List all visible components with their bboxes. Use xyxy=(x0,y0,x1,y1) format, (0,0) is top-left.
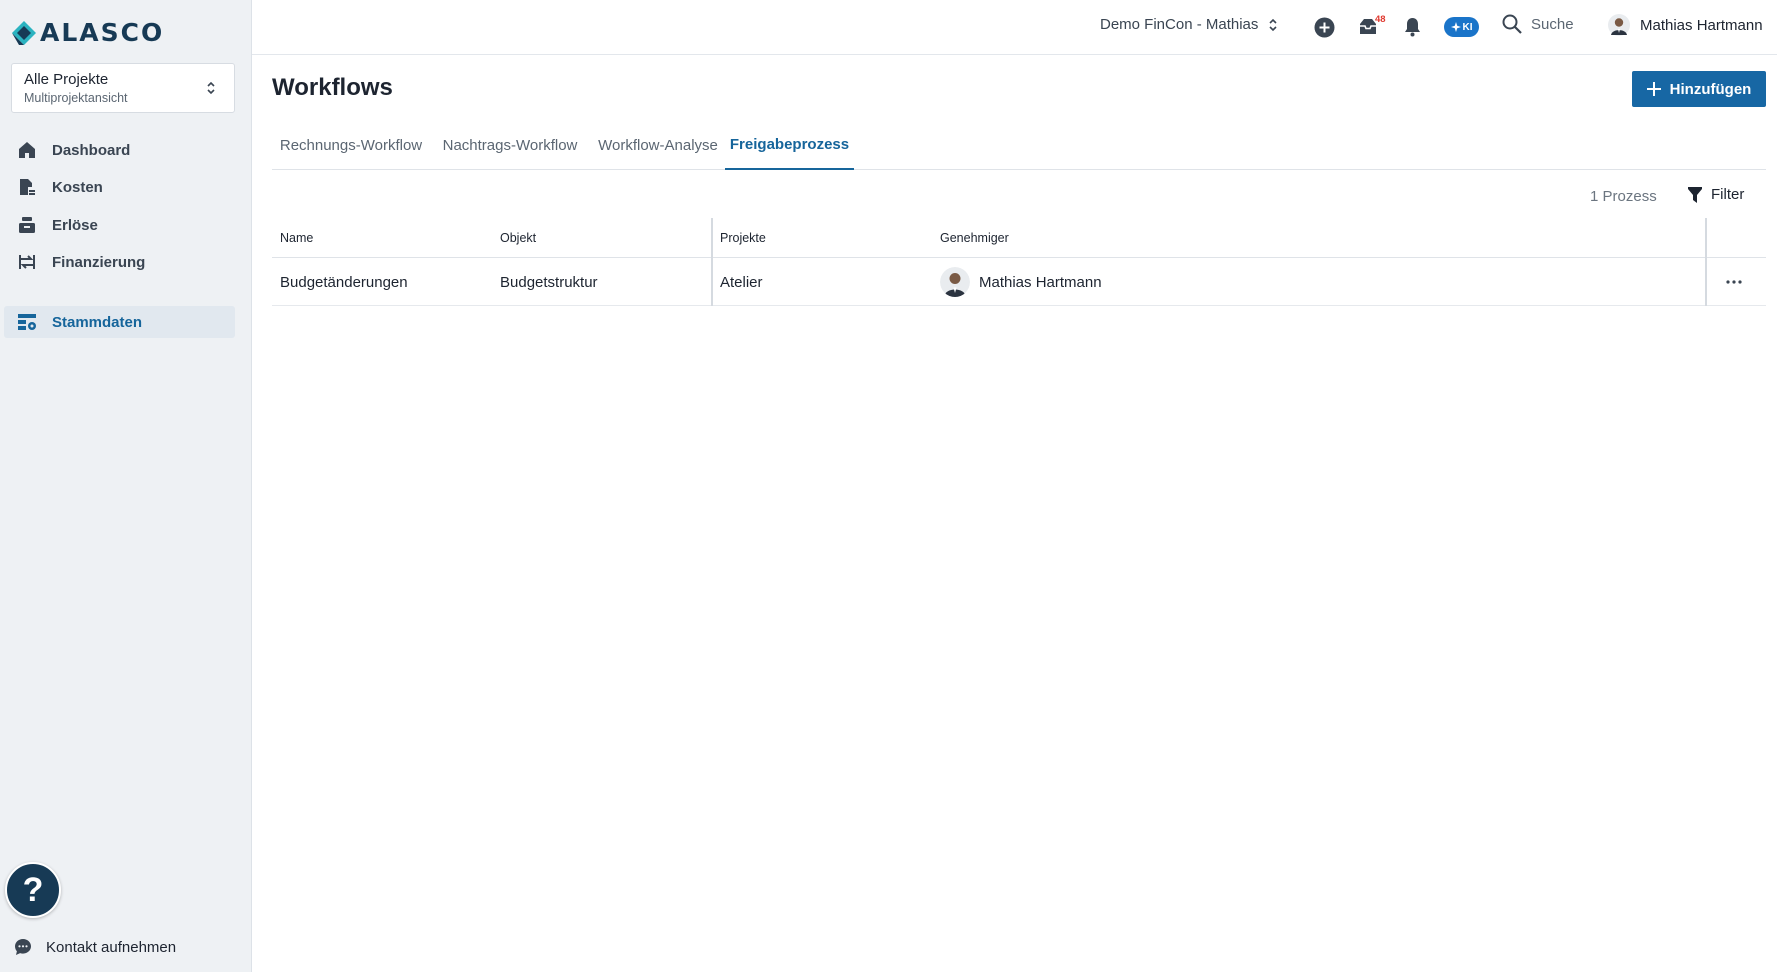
filter-icon xyxy=(1688,186,1702,203)
search-button[interactable]: Suche xyxy=(1502,14,1574,34)
inbox-badge: 48 xyxy=(1375,14,1386,25)
plus-circle-icon xyxy=(1314,17,1335,38)
plus-icon xyxy=(1646,82,1661,96)
column-divider xyxy=(711,258,713,306)
company-selector[interactable]: Demo FinCon - Mathias xyxy=(1100,16,1278,33)
filter-label: Filter xyxy=(1711,186,1745,203)
column-divider xyxy=(1705,258,1707,306)
project-selector[interactable]: Alle Projekte Multiprojektansicht xyxy=(11,63,235,113)
user-menu[interactable]: Mathias Hartmann xyxy=(1608,14,1763,36)
alasco-logo[interactable]: ALASCO xyxy=(11,20,164,46)
sidebar-item-stammdaten[interactable]: Stammdaten xyxy=(4,306,235,338)
approver-name: Mathias Hartmann xyxy=(979,273,1102,291)
tab-freigabeprozess[interactable]: Freigabeprozess xyxy=(725,120,854,170)
cell-genehmiger: Mathias Hartmann xyxy=(940,258,1102,306)
more-horizontal-icon xyxy=(1726,280,1742,284)
search-label: Suche xyxy=(1531,15,1574,33)
up-down-chevron-icon xyxy=(1269,18,1277,31)
column-divider xyxy=(1705,218,1707,258)
add-circle-button[interactable] xyxy=(1314,17,1335,38)
cell-name: Budgetänderungen xyxy=(280,273,408,291)
project-selector-title: Alle Projekte xyxy=(24,71,109,88)
sidebar-item-finanzierung[interactable]: Finanzierung xyxy=(4,246,235,278)
financing-icon xyxy=(16,251,38,273)
ki-label: KI xyxy=(1462,21,1473,33)
column-header-genehmiger[interactable]: Genehmiger xyxy=(940,218,1009,258)
sidebar: ALASCO Alle Projekte Multiprojektansicht… xyxy=(0,0,252,972)
sidebar-item-kosten[interactable]: Kosten xyxy=(4,171,235,203)
chat-icon xyxy=(15,939,31,955)
workflow-tabs: Rechnungs-Workflow Nachtrags-Workflow Wo… xyxy=(272,120,1766,170)
sidebar-item-label: Erlöse xyxy=(52,216,98,234)
table-header: Name Objekt Projekte Genehmiger xyxy=(272,218,1766,258)
sparkle-icon xyxy=(1450,22,1461,32)
column-header-projekte[interactable]: Projekte xyxy=(720,218,766,258)
logo-text: ALASCO xyxy=(40,18,165,47)
sidebar-item-dashboard[interactable]: Dashboard xyxy=(4,134,235,166)
result-count: 1 Prozess xyxy=(1590,188,1657,205)
cell-projekte: Atelier xyxy=(720,273,763,291)
logo-mark-icon xyxy=(12,21,36,45)
sidebar-item-label: Stammdaten xyxy=(52,313,143,331)
tab-workflow-analyse[interactable]: Workflow-Analyse xyxy=(590,120,726,170)
master-data-icon xyxy=(16,311,38,333)
tab-nachtrags-workflow[interactable]: Nachtrags-Workflow xyxy=(434,120,586,170)
revenue-icon xyxy=(16,214,38,236)
sidebar-item-label: Finanzierung xyxy=(52,253,146,271)
home-icon xyxy=(16,139,38,161)
page-title: Workflows xyxy=(272,74,393,101)
bell-icon xyxy=(1405,18,1420,37)
search-icon xyxy=(1502,14,1522,34)
help-button[interactable]: ? xyxy=(5,862,61,918)
inbox-button[interactable]: 48 xyxy=(1358,14,1386,36)
top-bar: Demo FinCon - Mathias 48 KI Suche Mathia… xyxy=(252,0,1777,55)
avatar xyxy=(940,267,970,297)
contact-label: Kontakt aufnehmen xyxy=(46,938,177,956)
notifications-button[interactable] xyxy=(1404,17,1421,37)
avatar xyxy=(1608,14,1630,36)
up-down-chevron-icon xyxy=(207,81,215,95)
sidebar-item-label: Kosten xyxy=(52,178,103,196)
column-header-objekt[interactable]: Objekt xyxy=(500,218,536,258)
add-button[interactable]: Hinzufügen xyxy=(1632,71,1766,107)
project-selector-subtitle: Multiprojektansicht xyxy=(24,91,128,105)
add-button-label: Hinzufügen xyxy=(1669,80,1752,98)
workflow-table: Name Objekt Projekte Genehmiger Budgetän… xyxy=(272,218,1766,306)
sidebar-item-erloese[interactable]: Erlöse xyxy=(4,209,235,241)
sidebar-item-label: Dashboard xyxy=(52,141,131,159)
ki-button[interactable]: KI xyxy=(1444,17,1479,37)
company-name: Demo FinCon - Mathias xyxy=(1100,16,1259,33)
column-header-name[interactable]: Name xyxy=(280,218,313,258)
filter-button[interactable]: Filter xyxy=(1688,186,1744,203)
cell-objekt: Budgetstruktur xyxy=(500,273,598,291)
row-actions-button[interactable] xyxy=(1720,270,1748,294)
cost-icon xyxy=(16,176,38,198)
column-divider xyxy=(711,218,713,258)
tab-rechnungs-workflow[interactable]: Rechnungs-Workflow xyxy=(272,120,430,170)
contact-button[interactable]: Kontakt aufnehmen xyxy=(14,938,176,956)
table-row[interactable]: Budgetänderungen Budgetstruktur Atelier … xyxy=(272,258,1766,306)
user-name: Mathias Hartmann xyxy=(1640,16,1763,34)
